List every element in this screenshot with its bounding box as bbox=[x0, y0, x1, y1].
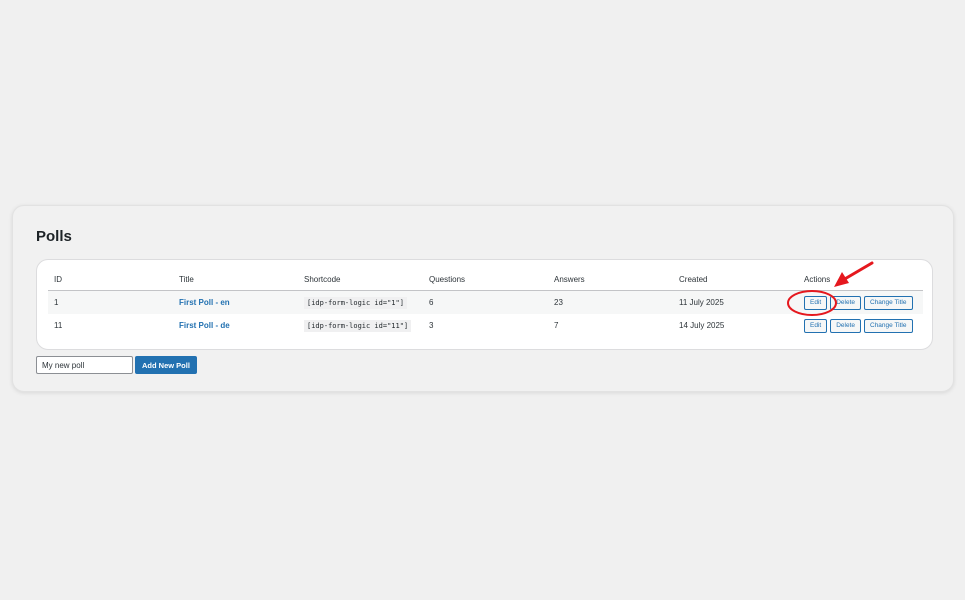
shortcode-text: [idp-form-logic id="1"] bbox=[304, 296, 407, 309]
column-header-created: Created bbox=[673, 269, 798, 291]
polls-panel: Polls ID Title Shortcode Questions Answe… bbox=[12, 205, 954, 392]
delete-button[interactable]: Delete bbox=[830, 295, 861, 310]
cell-answers: 23 bbox=[548, 290, 673, 314]
change-title-button[interactable]: Change Title bbox=[864, 318, 913, 333]
column-header-answers: Answers bbox=[548, 269, 673, 291]
cell-title: First Poll - en bbox=[173, 290, 298, 314]
column-header-shortcode: Shortcode bbox=[298, 269, 423, 291]
row-actions: Edit Delete Change Title bbox=[804, 295, 923, 310]
shortcode-text: [idp-form-logic id="11"] bbox=[304, 319, 412, 332]
table-row: 11 First Poll - de [idp-form-logic id="1… bbox=[48, 314, 923, 337]
cell-questions: 6 bbox=[423, 290, 548, 314]
cell-created: 11 July 2025 bbox=[673, 290, 798, 314]
change-title-button[interactable]: Change Title bbox=[864, 295, 913, 310]
delete-button[interactable]: Delete bbox=[830, 318, 861, 333]
column-header-id: ID bbox=[48, 269, 173, 291]
table-header-row: ID Title Shortcode Questions Answers Cre… bbox=[48, 269, 923, 291]
column-header-title: Title bbox=[173, 269, 298, 291]
cell-actions: Edit Delete Change Title bbox=[798, 290, 923, 314]
add-new-poll-button[interactable]: Add New Poll bbox=[135, 356, 197, 374]
edit-button[interactable]: Edit bbox=[804, 318, 828, 333]
column-header-actions: Actions bbox=[798, 269, 923, 291]
cell-answers: 7 bbox=[554, 321, 559, 330]
cell-id: 11 bbox=[54, 321, 63, 330]
column-header-questions: Questions bbox=[423, 269, 548, 291]
polls-table-container: ID Title Shortcode Questions Answers Cre… bbox=[36, 259, 933, 350]
table-row: 1 First Poll - en [idp-form-logic id="1"… bbox=[48, 290, 923, 314]
cell-shortcode: [idp-form-logic id="1"] bbox=[298, 290, 423, 314]
edit-button[interactable]: Edit bbox=[804, 295, 828, 310]
cell-created: 14 July 2025 bbox=[679, 321, 725, 330]
cell-questions: 3 bbox=[429, 321, 434, 330]
cell-title: First Poll - de bbox=[173, 314, 298, 337]
cell-shortcode: [idp-form-logic id="11"] bbox=[298, 314, 423, 337]
page-title: Polls bbox=[36, 228, 72, 245]
poll-title-link[interactable]: First Poll - en bbox=[179, 298, 230, 307]
cell-actions: Edit Delete Change Title bbox=[798, 314, 923, 337]
cell-id: 1 bbox=[48, 290, 173, 314]
polls-table: ID Title Shortcode Questions Answers Cre… bbox=[48, 269, 923, 337]
poll-title-link[interactable]: First Poll - de bbox=[179, 321, 230, 330]
new-poll-title-input[interactable] bbox=[36, 356, 133, 374]
page-canvas: Polls ID Title Shortcode Questions Answe… bbox=[0, 0, 965, 600]
row-actions: Edit Delete Change Title bbox=[804, 318, 923, 333]
